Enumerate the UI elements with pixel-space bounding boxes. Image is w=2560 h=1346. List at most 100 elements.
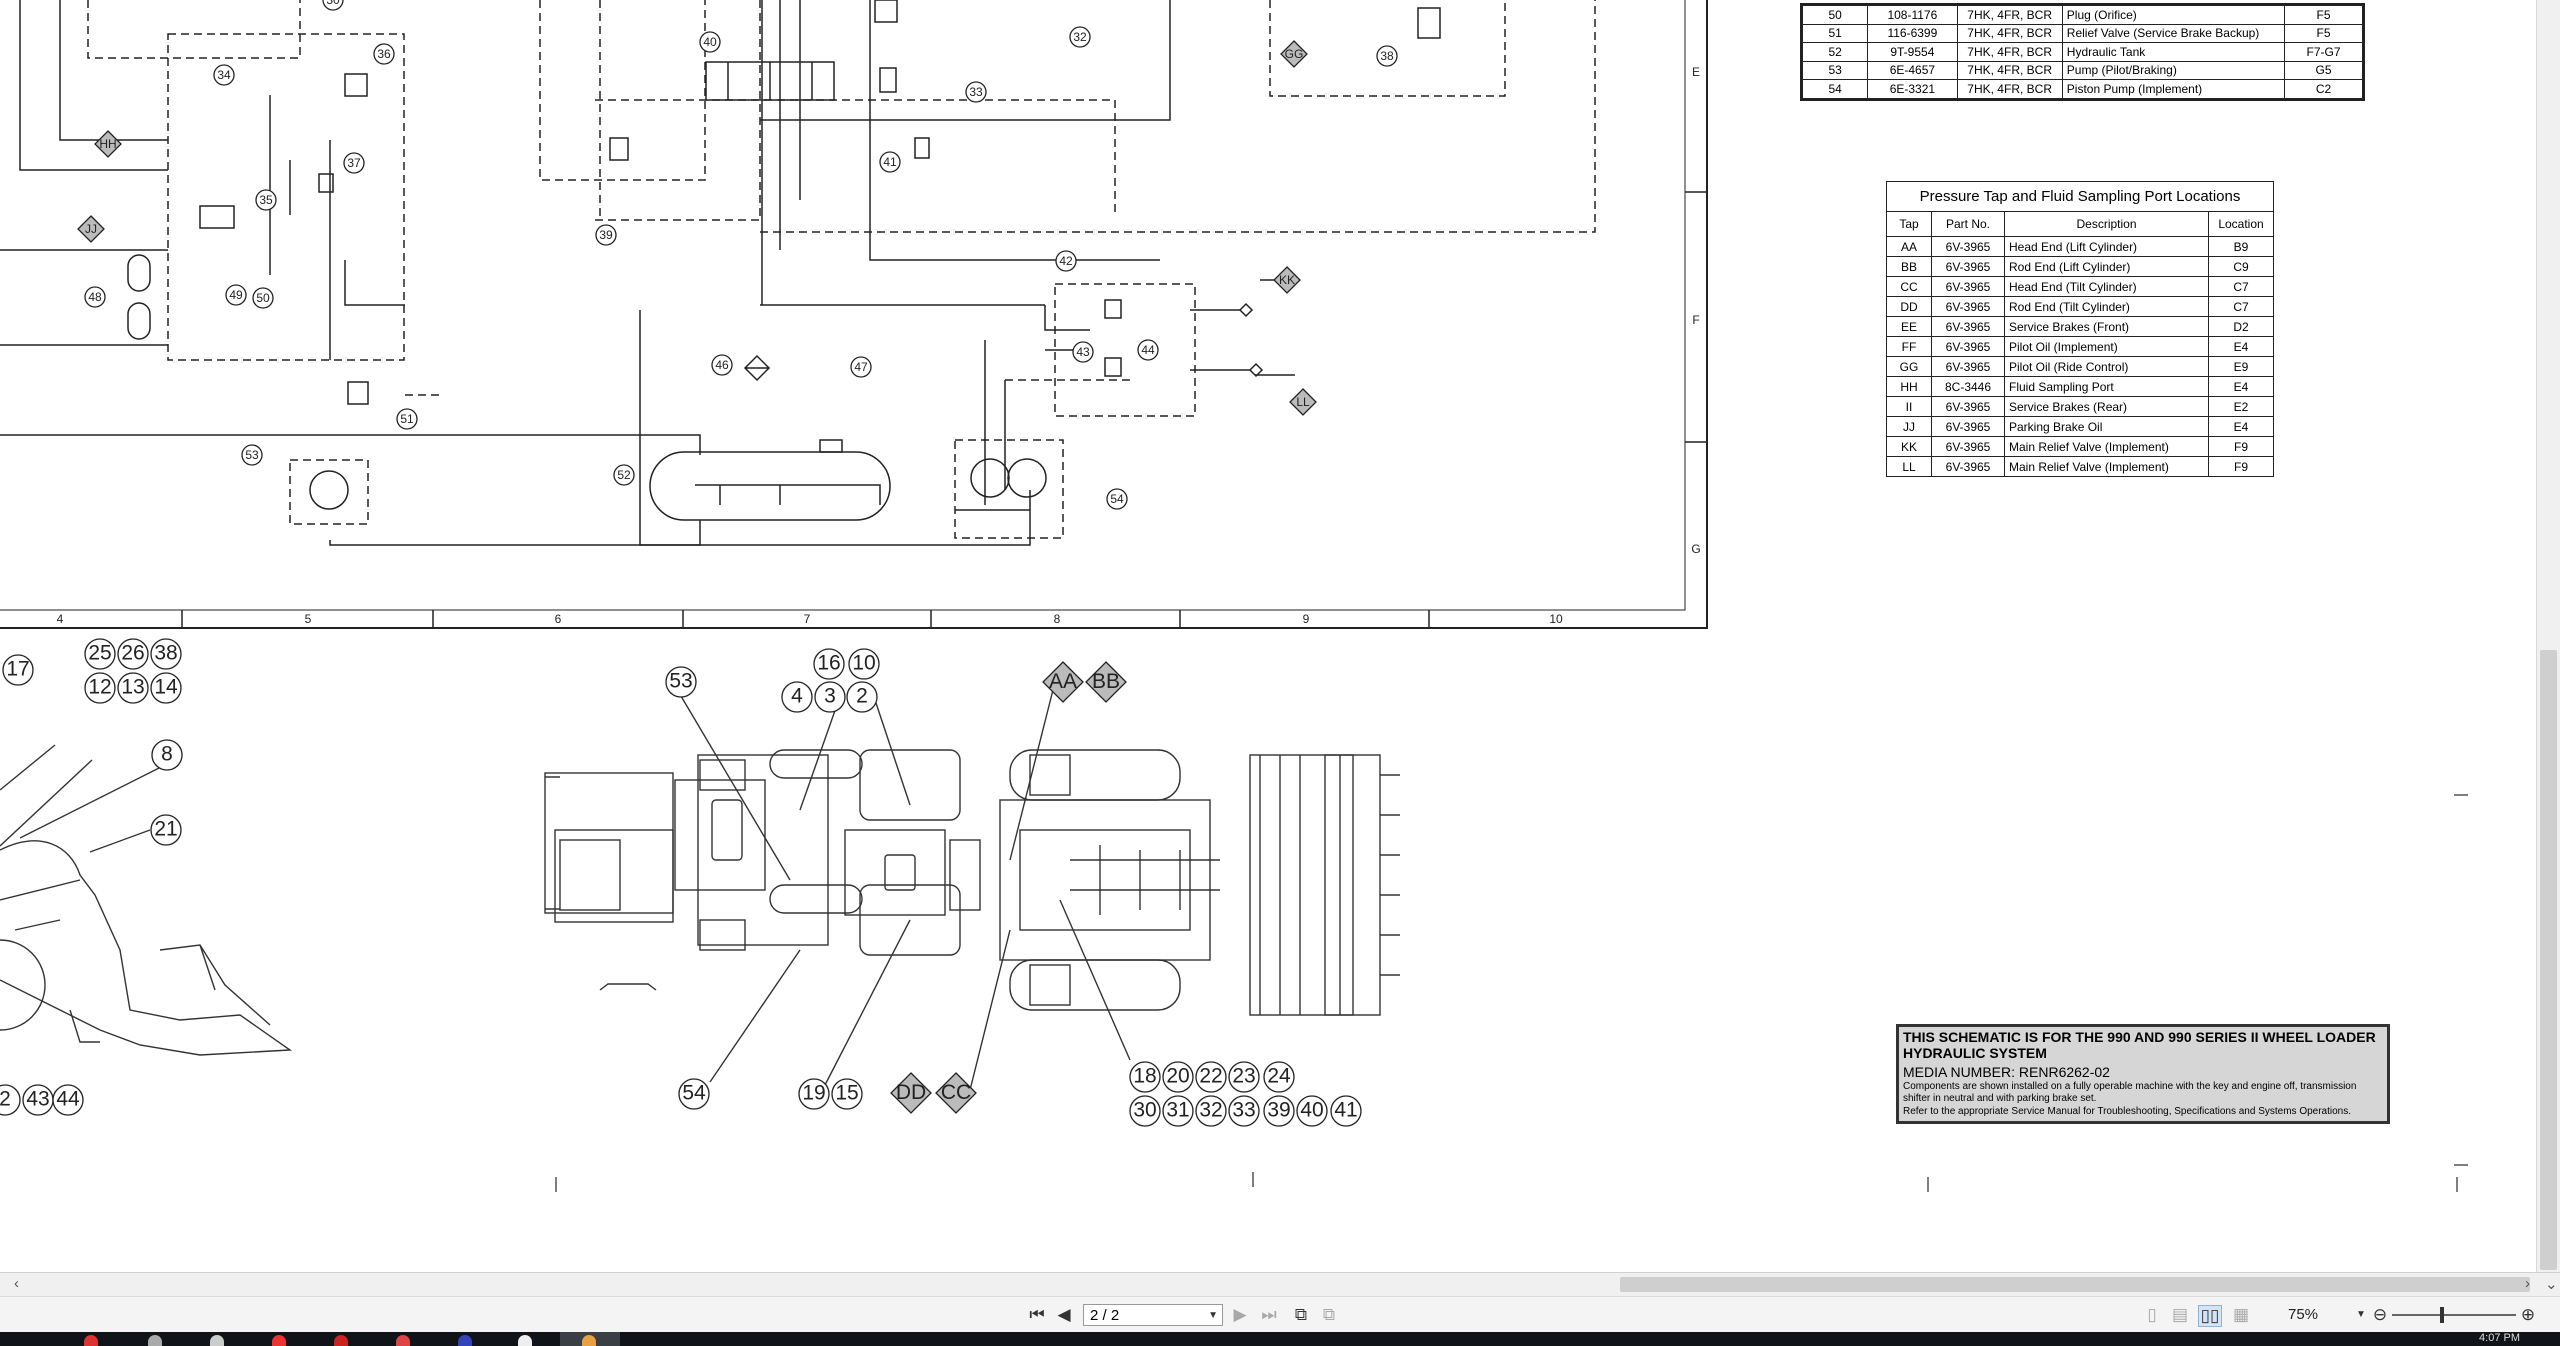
callout-label: 32	[1199, 1099, 1222, 1122]
tap-cell-tap: JJ	[1886, 416, 1932, 437]
parts-cell-no: 54	[1800, 79, 1869, 100]
tap-row: AA 6V-3965 Head End (Lift Cylinder) B9	[1886, 236, 2274, 257]
callout-label: 46	[715, 358, 729, 372]
info-note: Components are shown installed on a full…	[1903, 1081, 2357, 1104]
next-view-icon[interactable]: ⧉	[1318, 1305, 1340, 1325]
app-icon[interactable]	[334, 1335, 348, 1346]
last-page-icon[interactable]: ⏭	[1258, 1305, 1280, 1325]
tap-diamond-label: DD	[896, 1081, 926, 1104]
tap-row: CC 6V-3965 Head End (Tilt Cylinder) C7	[1886, 276, 2274, 297]
tap-diamond-label: CC	[941, 1081, 971, 1104]
two-page-scroll-icon[interactable]: ▦	[2230, 1305, 2252, 1325]
zoom-dropdown-icon[interactable]: ▼	[2356, 1305, 2366, 1325]
callout-label: 30	[1133, 1099, 1156, 1122]
tap-row: EE 6V-3965 Service Brakes (Front) D2	[1886, 316, 2274, 337]
pressure-tap-table: Pressure Tap and Fluid Sampling Port Loc…	[1886, 181, 2274, 477]
tap-cell-desc: Service Brakes (Rear)	[2004, 396, 2209, 417]
tap-diamond-label: KK	[1279, 273, 1295, 287]
app-icon[interactable]	[84, 1335, 98, 1346]
tap-cell-loc: C7	[2208, 276, 2274, 297]
tap-cell-loc: E4	[2208, 336, 2274, 357]
parts-row: 52 9T-9554 7HK, 4FR, BCR Hydraulic Tank F7-G…	[1800, 42, 2364, 62]
single-page-icon[interactable]: ▯	[2142, 1305, 2162, 1325]
tap-row: KK 6V-3965 Main Relief Valve (Implement) F9	[1886, 436, 2274, 457]
next-page-icon[interactable]: ▶	[1232, 1305, 1248, 1325]
tap-diamond-label: JJ	[85, 222, 97, 236]
callout-label: 21	[154, 818, 177, 841]
tap-cell-tap: BB	[1886, 256, 1932, 277]
app-icon[interactable]	[518, 1335, 532, 1346]
callout-label: 54	[682, 1082, 706, 1105]
tap-cell-loc: D2	[2208, 316, 2274, 337]
tap-cell-part: 6V-3965	[1931, 236, 2005, 257]
tap-cell-tap: FF	[1886, 336, 1932, 357]
zoom-slider-handle[interactable]	[2440, 1307, 2444, 1323]
prev-view-icon[interactable]: ⧉	[1290, 1305, 1312, 1325]
callout-label: 41	[883, 155, 897, 169]
vertical-scrollbar[interactable]	[2536, 0, 2560, 1272]
tap-cell-tap: GG	[1886, 356, 1932, 377]
tap-row: DD 6V-3965 Rod End (Tilt Cylinder) C7	[1886, 296, 2274, 317]
app-icon[interactable]	[272, 1335, 286, 1346]
two-page-icon[interactable]: ▯▯	[2198, 1305, 2222, 1327]
tap-col-header: Location	[2208, 211, 2274, 237]
schematic-info-box: THIS SCHEMATIC IS FOR THE 990 AND 990 SE…	[1896, 1024, 2390, 1124]
parts-cell-loc: F5	[2284, 4, 2364, 25]
parts-cell-models: 7HK, 4FR, BCR	[1956, 4, 2063, 25]
vertical-scroll-thumb[interactable]	[2540, 650, 2557, 1270]
app-icon[interactable]	[458, 1335, 472, 1346]
active-app[interactable]	[560, 1332, 620, 1346]
zoom-level[interactable]: 75%	[2288, 1306, 2318, 1323]
tap-cell-tap: DD	[1886, 296, 1932, 317]
callout-label: 31	[1166, 1099, 1189, 1122]
horizontal-scrollbar[interactable]: ‹ › ⌄	[0, 1272, 2560, 1297]
app-icon[interactable]	[148, 1335, 162, 1346]
parts-cell-models: 7HK, 4FR, BCR	[1956, 60, 2063, 80]
prev-page-icon[interactable]: ◀	[1056, 1305, 1072, 1325]
app-icon[interactable]	[210, 1335, 224, 1346]
tap-cell-part: 6V-3965	[1931, 396, 2005, 417]
callout-label: 25	[88, 642, 111, 665]
tap-cell-desc: Pilot Oil (Implement)	[2004, 336, 2209, 357]
tap-cell-loc: F9	[2208, 456, 2274, 477]
zoom-out-icon[interactable]: ⊖	[2370, 1305, 2390, 1325]
tap-cell-tap: HH	[1886, 376, 1932, 397]
zoom-in-icon[interactable]: ⊕	[2518, 1305, 2538, 1325]
grid-row-label: G	[1691, 542, 1700, 556]
chevron-down-icon[interactable]: ▼	[1208, 1305, 1218, 1327]
tap-cell-loc: C9	[2208, 256, 2274, 277]
callout-label: 40	[1300, 1099, 1323, 1122]
parts-cell-part: 9T-9554	[1867, 42, 1958, 62]
callout-label: 32	[1073, 30, 1087, 44]
scroll-down-icon[interactable]: ⌄	[2545, 1275, 2558, 1293]
tap-cell-desc: Pilot Oil (Ride Control)	[2004, 356, 2209, 377]
tap-cell-tap: EE	[1886, 316, 1932, 337]
tap-cell-desc: Main Relief Valve (Implement)	[2004, 436, 2209, 457]
callout-label: 17	[6, 658, 29, 681]
callout-label: 19	[802, 1082, 825, 1105]
scroll-right-icon[interactable]: ›	[2525, 1275, 2530, 1292]
callout-label: 53	[245, 448, 259, 462]
page-number-input[interactable]: 2 / 2 ▼	[1083, 1304, 1223, 1326]
tap-cell-part: 6V-3965	[1931, 256, 2005, 277]
parts-cell-loc: F7-G7	[2284, 42, 2364, 62]
document-page: 4 5 6 7 8 9 10 E F G 3034363735484950515…	[0, 0, 2536, 1272]
os-taskbar: 4:07 PM	[0, 1332, 2560, 1346]
grid-col-label: 8	[1054, 612, 1061, 626]
parts-cell-desc: Plug (Orifice)	[2061, 4, 2286, 25]
callout-label: 42	[1059, 254, 1073, 268]
callout-label: 24	[1267, 1065, 1291, 1088]
tap-col-header: Tap	[1886, 211, 1932, 237]
zoom-slider[interactable]	[2392, 1307, 2516, 1323]
callout-label: 47	[854, 360, 868, 374]
first-page-icon[interactable]: ⏮	[1026, 1305, 1048, 1325]
horizontal-scroll-thumb[interactable]	[1620, 1277, 2530, 1292]
scroll-left-icon[interactable]: ‹	[14, 1275, 19, 1292]
app-icon[interactable]	[396, 1335, 410, 1346]
continuous-icon[interactable]: ▤	[2170, 1305, 2190, 1325]
tap-cell-loc: E4	[2208, 416, 2274, 437]
callout-label: 8	[161, 743, 173, 766]
tap-row: II 6V-3965 Service Brakes (Rear) E2	[1886, 396, 2274, 417]
parts-row: 51 116-6399 7HK, 4FR, BCR Relief Valve (Ser…	[1800, 23, 2364, 43]
tap-cell-part: 6V-3965	[1931, 416, 2005, 437]
